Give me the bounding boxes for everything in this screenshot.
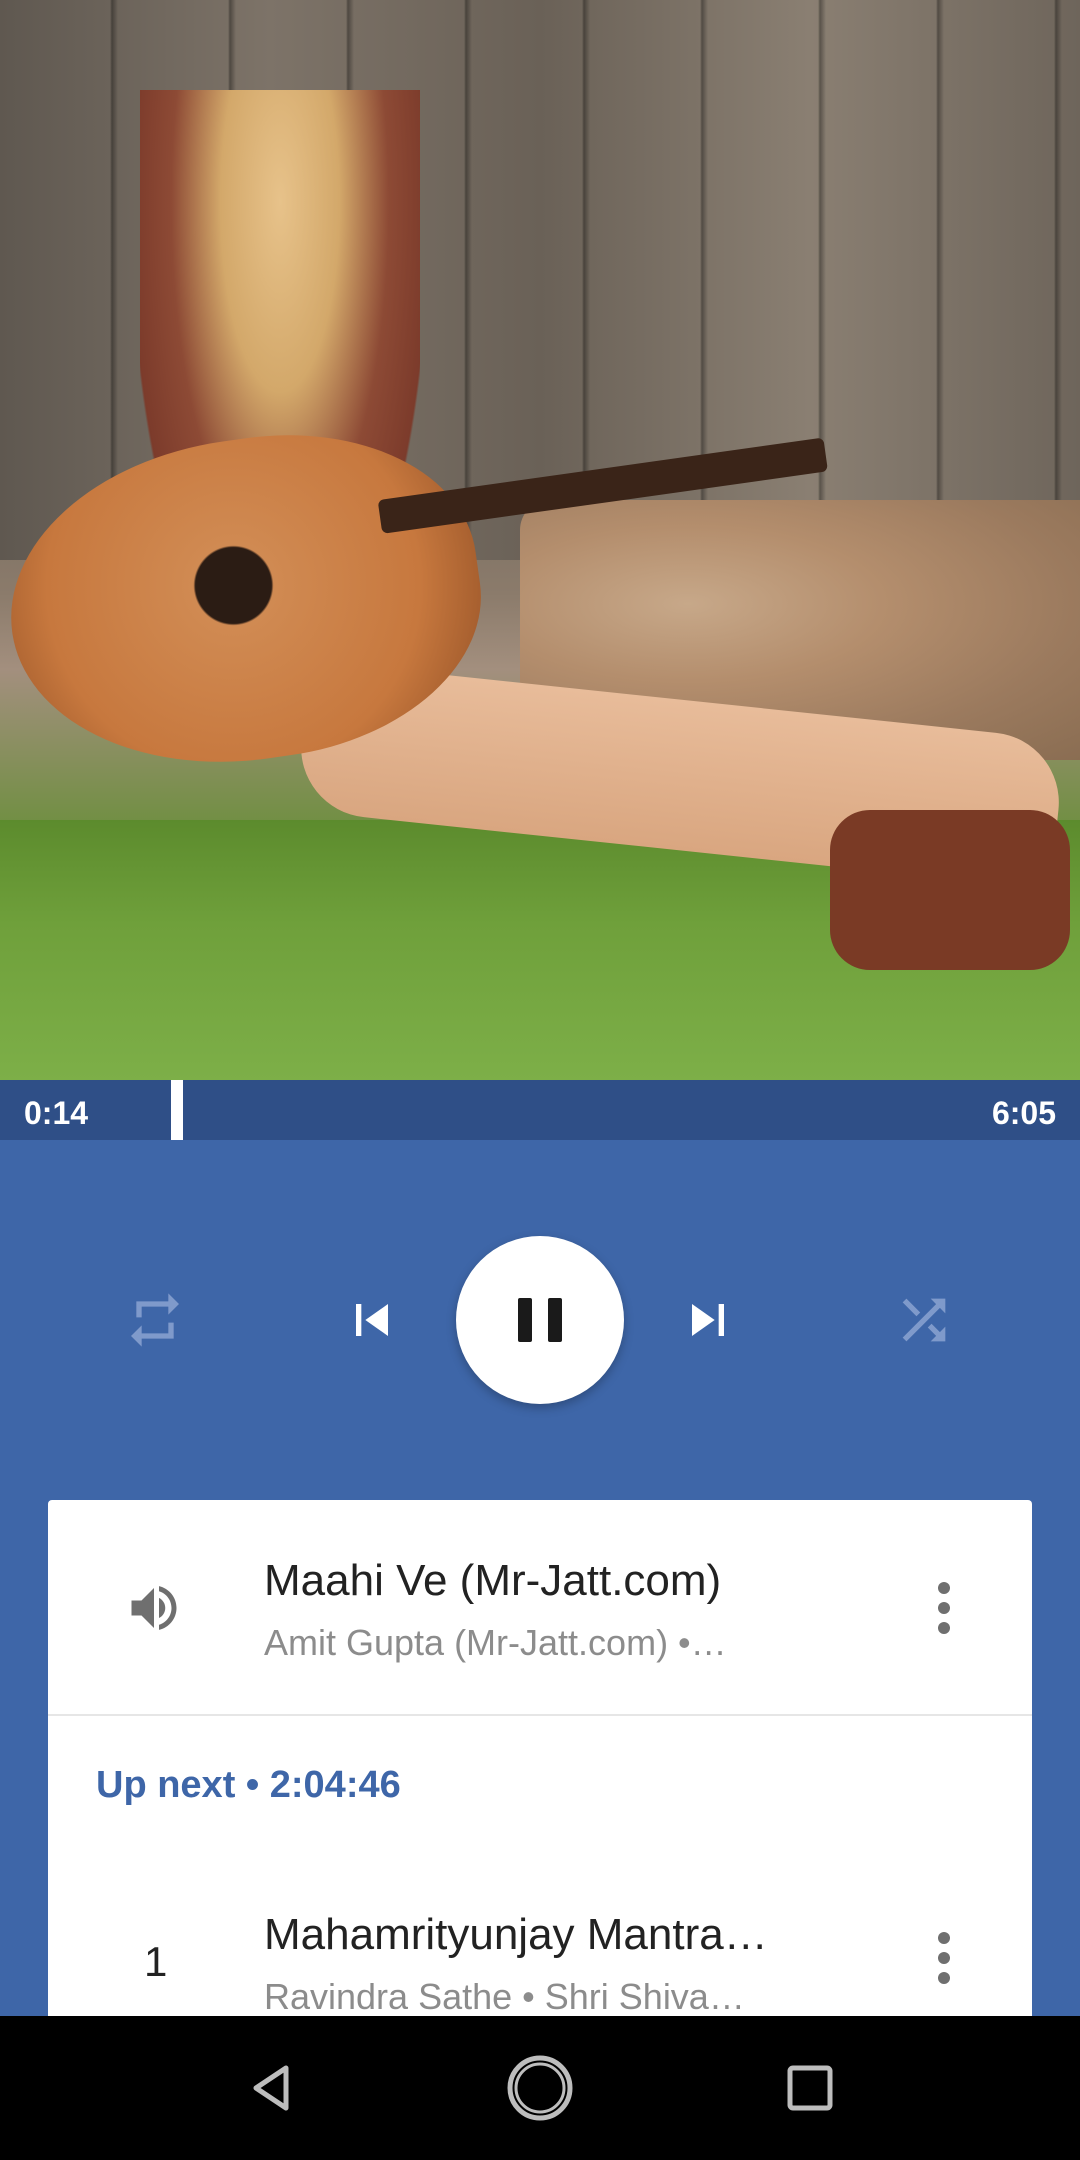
queue-item[interactable]: 1 Mahamrityunjay Mantra… Ravindra Sathe …: [48, 1880, 1032, 2020]
more-vert-icon: [938, 1932, 950, 1984]
queue-item-number: 1: [144, 1938, 168, 1985]
next-button[interactable]: [668, 1280, 748, 1360]
skip-next-icon: [692, 1304, 724, 1336]
home-button[interactable]: [504, 2052, 576, 2124]
home-icon: [507, 2055, 573, 2121]
back-button[interactable]: [234, 2052, 306, 2124]
volume-icon: [124, 1578, 184, 1643]
pause-button[interactable]: [456, 1236, 624, 1404]
queue-card: Maahi Ve (Mr-Jatt.com) Amit Gupta (Mr-Ja…: [48, 1500, 1032, 2020]
now-playing-more-button[interactable]: [924, 1578, 964, 1638]
skip-previous-icon: [356, 1304, 388, 1336]
seek-bar-thumb[interactable]: [171, 1080, 183, 1140]
now-playing-row[interactable]: Maahi Ve (Mr-Jatt.com) Amit Gupta (Mr-Ja…: [48, 1500, 1032, 1716]
system-navigation-bar: [0, 2016, 1080, 2160]
now-playing-title: Maahi Ve (Mr-Jatt.com): [264, 1556, 722, 1605]
back-icon: [253, 2065, 289, 2111]
pause-icon: [518, 1298, 562, 1342]
art-boots: [830, 810, 1070, 970]
now-playing-subtitle: Amit Gupta (Mr-Jatt.com) •…: [264, 1622, 727, 1663]
up-next-header: Up next • 2:04:46: [96, 1764, 401, 1806]
recents-button[interactable]: [774, 2052, 846, 2124]
playback-controls: [0, 1140, 1080, 1500]
queue-item-subtitle: Ravindra Sathe • Shri Shiva…: [264, 1976, 745, 2017]
repeat-button[interactable]: [115, 1280, 195, 1360]
queue-item-title: Mahamrityunjay Mantra…: [264, 1910, 768, 1959]
repeat-icon: [131, 1293, 179, 1347]
recents-icon: [787, 2065, 833, 2111]
album-art: [0, 0, 1080, 1080]
shuffle-icon: [902, 1298, 946, 1342]
seek-bar[interactable]: 0:14 6:05: [0, 1080, 1080, 1140]
total-duration: 6:05: [991, 1095, 1056, 1131]
elapsed-time: 0:14: [24, 1095, 89, 1131]
shuffle-button[interactable]: [884, 1280, 964, 1360]
more-vert-icon: [938, 1582, 950, 1634]
previous-button[interactable]: [332, 1280, 412, 1360]
queue-item-more-button[interactable]: [924, 1928, 964, 1988]
